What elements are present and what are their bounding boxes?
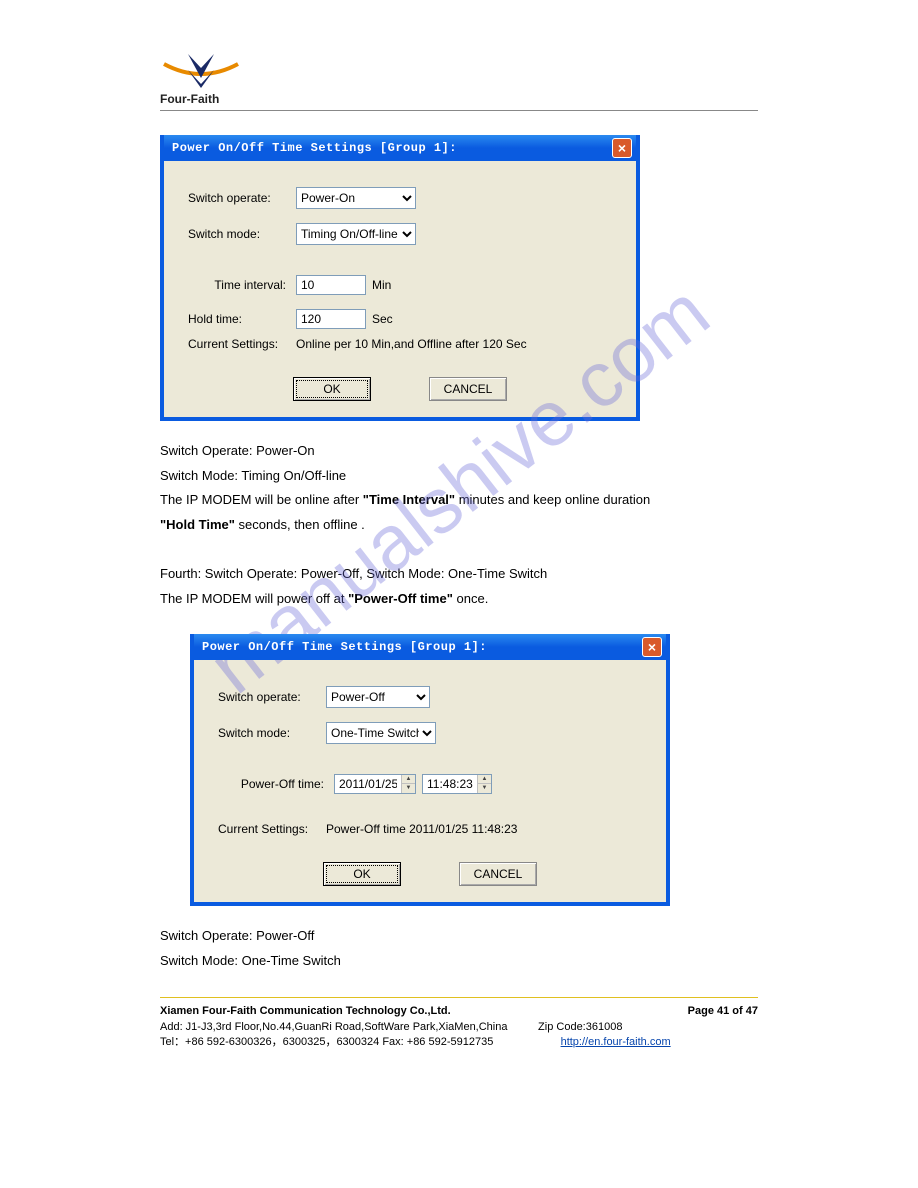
value-current-settings: Power-Off time 2011/01/25 11:48:23 [326, 822, 517, 836]
logo-text: Four-Faith [160, 92, 242, 106]
label-switch-operate: Switch operate: [218, 690, 326, 704]
label-hold-time: Hold time: [188, 312, 296, 326]
ok-button[interactable]: OK [293, 377, 371, 401]
time-spinner[interactable]: ▲▼ [422, 774, 492, 794]
input-power-off-date[interactable] [335, 775, 401, 793]
close-icon: × [618, 141, 626, 155]
body-text-block-1: Switch Operate: Power-On Switch Mode: Ti… [160, 439, 758, 612]
dialog-power-settings-2: Power On/Off Time Settings [Group 1]: × … [190, 634, 670, 906]
body-text-block-2: Switch Operate: Power-Off Switch Mode: O… [160, 924, 758, 973]
spin-up-icon[interactable]: ▲ [402, 775, 415, 785]
footer-zip: Zip Code:361008 [538, 1021, 622, 1033]
titlebar-text: Power On/Off Time Settings [Group 1]: [172, 141, 612, 155]
select-switch-mode[interactable]: One-Time Switch [326, 722, 436, 744]
date-spinner[interactable]: ▲▼ [334, 774, 416, 794]
unit-min: Min [372, 278, 391, 292]
close-icon: × [648, 640, 656, 654]
cancel-button[interactable]: CANCEL [459, 862, 537, 886]
label-power-off-time: Power-Off time: [218, 777, 334, 791]
close-button[interactable]: × [642, 637, 662, 657]
label-switch-operate: Switch operate: [188, 191, 296, 205]
titlebar-text: Power On/Off Time Settings [Group 1]: [202, 640, 642, 654]
footer-addr: Add: J1-J3,3rd Floor,No.44,GuanRi Road,S… [160, 1021, 507, 1033]
label-time-interval: Time interval: [188, 278, 296, 292]
select-switch-operate[interactable]: Power-On [296, 187, 416, 209]
spin-down-icon[interactable]: ▼ [402, 784, 415, 793]
titlebar: Power On/Off Time Settings [Group 1]: × [194, 634, 666, 660]
select-switch-operate[interactable]: Power-Off [326, 686, 430, 708]
label-switch-mode: Switch mode: [188, 227, 296, 241]
logo-block: Four-Faith [160, 50, 758, 104]
input-power-off-time[interactable] [423, 775, 477, 793]
footer: Xiamen Four-Faith Communication Technolo… [160, 1004, 758, 1050]
footer-divider [160, 997, 758, 998]
cancel-button[interactable]: CANCEL [429, 377, 507, 401]
dialog-power-settings-1: Power On/Off Time Settings [Group 1]: × … [160, 135, 640, 421]
spin-up-icon[interactable]: ▲ [478, 775, 491, 785]
input-hold-time[interactable] [296, 309, 366, 329]
titlebar: Power On/Off Time Settings [Group 1]: × [164, 135, 636, 161]
header-divider [160, 110, 758, 111]
footer-page: Page 41 of 47 [688, 1004, 758, 1019]
label-current-settings: Current Settings: [218, 822, 326, 836]
unit-sec: Sec [372, 312, 393, 326]
footer-url[interactable]: http://en.four-faith.com [561, 1036, 671, 1048]
input-time-interval[interactable] [296, 275, 366, 295]
select-switch-mode[interactable]: Timing On/Off-line [296, 223, 416, 245]
spin-down-icon[interactable]: ▼ [478, 784, 491, 793]
label-current-settings: Current Settings: [188, 337, 296, 351]
footer-company: Xiamen Four-Faith Communication Technolo… [160, 1004, 451, 1019]
close-button[interactable]: × [612, 138, 632, 158]
footer-tel: Tel：+86 592-6300326，6300325，6300324 Fax:… [160, 1036, 493, 1048]
label-switch-mode: Switch mode: [218, 726, 326, 740]
value-current-settings: Online per 10 Min,and Offline after 120 … [296, 337, 527, 351]
four-faith-logo-icon [160, 50, 242, 90]
ok-button[interactable]: OK [323, 862, 401, 886]
